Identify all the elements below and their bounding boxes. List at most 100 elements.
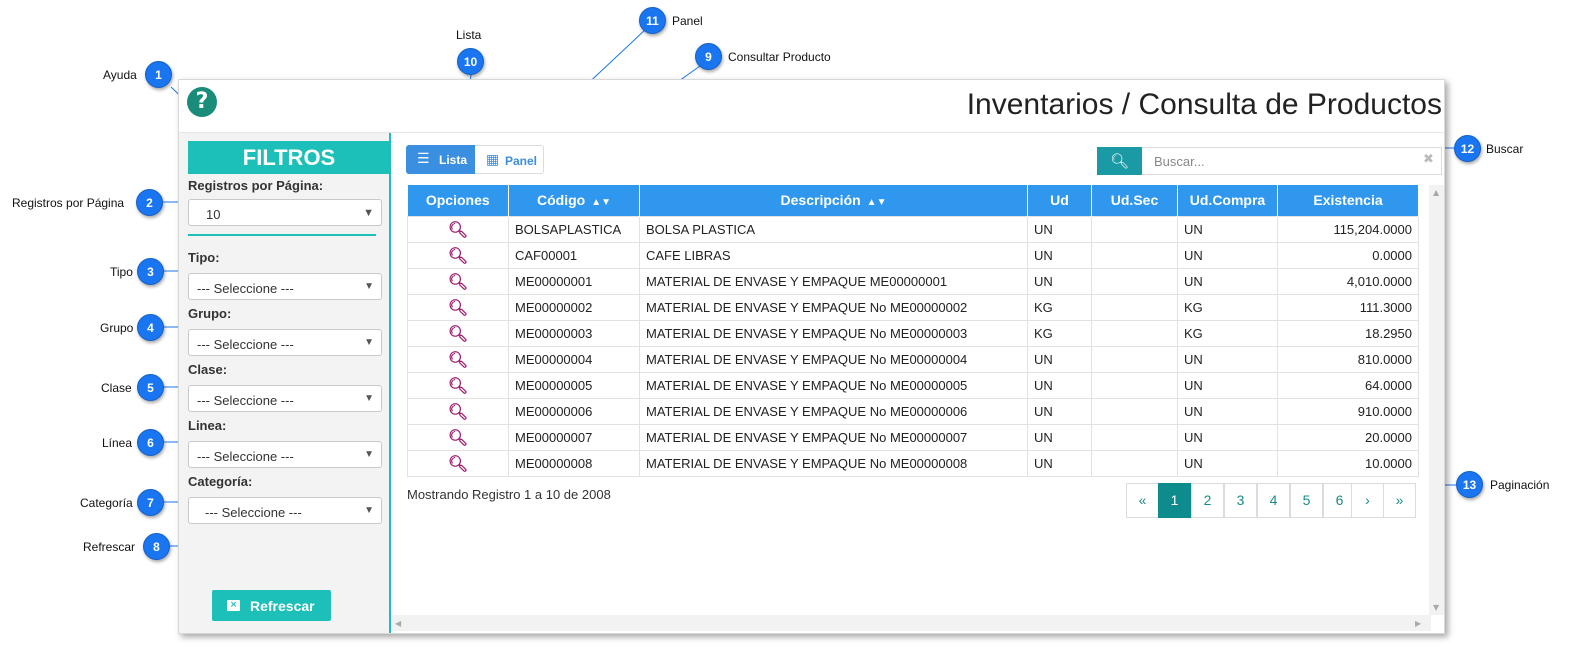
list-view-button[interactable]: ☰ Lista	[406, 145, 475, 174]
view-product-button[interactable]: 🔍︎	[407, 371, 509, 399]
scroll-right-icon[interactable]: ▶	[1415, 619, 1421, 628]
column-header-descripcion[interactable]: Descripción ▲▼	[639, 185, 1028, 216]
table-row: 🔍︎ ME00000003 MATERIAL DE ENVASE Y EMPAQ…	[407, 319, 1419, 347]
chevron-down-icon: ▼	[364, 449, 374, 460]
magnifier-icon: 🔍︎	[447, 427, 469, 447]
grupo-select[interactable]: --- Seleccione --- ▼	[188, 329, 382, 356]
column-header-udcompra: Ud.Compra	[1177, 185, 1278, 216]
cell-codigo: ME00000001	[508, 267, 640, 295]
list-view-label: Lista	[439, 153, 468, 167]
cell-ud: UN	[1027, 215, 1092, 243]
page-first-button[interactable]: «	[1126, 483, 1159, 518]
view-product-button[interactable]: 🔍︎	[407, 267, 509, 295]
grupo-value: --- Seleccione ---	[197, 337, 294, 352]
column-header-codigo[interactable]: Código ▲▼	[508, 185, 640, 216]
cell-existencia: 910.0000	[1277, 397, 1419, 425]
linea-select[interactable]: --- Seleccione --- ▼	[188, 441, 382, 468]
scroll-up-icon[interactable]: ▲	[1433, 188, 1439, 197]
view-product-button[interactable]: 🔍︎	[407, 345, 509, 373]
callout-label-registros: Registros por Página	[12, 196, 125, 210]
page-button-2[interactable]: 2	[1191, 483, 1224, 518]
view-product-button[interactable]: 🔍︎	[407, 449, 509, 477]
magnifier-icon: 🔍︎	[447, 245, 469, 265]
magnifier-icon: 🔍︎	[447, 271, 469, 291]
cell-udcompra: KG	[1177, 293, 1278, 321]
magnifier-icon: 🔍︎	[447, 323, 469, 343]
callout-badge-1: 1	[145, 61, 172, 88]
tipo-label: Tipo:	[188, 250, 220, 265]
callout-label-paginacion: Paginación	[1490, 478, 1550, 492]
registros-per-page-select[interactable]: 10 ▼	[188, 199, 382, 226]
cell-descripcion: MATERIAL DE ENVASE Y EMPAQUE No ME000000…	[639, 423, 1028, 451]
tipo-select[interactable]: --- Seleccione --- ▼	[188, 273, 382, 300]
view-product-button[interactable]: 🔍︎	[407, 293, 509, 321]
help-button[interactable]: ?	[187, 87, 217, 117]
cell-udsec	[1091, 449, 1178, 477]
cell-udcompra: UN	[1177, 423, 1278, 451]
categoria-select[interactable]: --- Seleccione --- ▼	[188, 497, 382, 524]
cell-existencia: 64.0000	[1277, 371, 1419, 399]
clase-value: --- Seleccione ---	[197, 393, 294, 408]
callout-label-buscar: Buscar	[1486, 142, 1524, 156]
linea-label: Linea:	[188, 418, 227, 433]
scroll-left-icon[interactable]: ◀	[395, 619, 401, 628]
categoria-label: Categoría:	[188, 474, 253, 489]
cell-codigo: ME00000006	[508, 397, 640, 425]
view-product-button[interactable]: 🔍︎	[407, 241, 509, 269]
page-button-3[interactable]: 3	[1224, 483, 1257, 518]
chevron-down-icon: ▼	[364, 337, 374, 348]
search-input[interactable]	[1142, 147, 1442, 175]
page-button-5[interactable]: 5	[1290, 483, 1323, 518]
cell-ud: KG	[1027, 293, 1092, 321]
callout-label-clase: Clase	[101, 381, 132, 395]
registros-value: 10	[206, 207, 221, 222]
table-row: 🔍︎ ME00000006 MATERIAL DE ENVASE Y EMPAQ…	[407, 397, 1419, 425]
page-button-4[interactable]: 4	[1257, 483, 1290, 518]
cell-udsec	[1091, 241, 1178, 269]
callout-badge-12: 12	[1454, 135, 1481, 162]
chevron-down-icon: ▼	[364, 281, 374, 292]
chevron-down-icon: ▼	[364, 393, 374, 404]
page-button-1[interactable]: 1	[1158, 483, 1191, 518]
cell-descripcion: MATERIAL DE ENVASE Y EMPAQUE No ME000000…	[639, 397, 1028, 425]
view-product-button[interactable]: 🔍︎	[407, 397, 509, 425]
cell-descripcion: MATERIAL DE ENVASE Y EMPAQUE ME00000001	[639, 267, 1028, 295]
column-header-opciones: Opciones	[407, 185, 509, 216]
cell-udcompra: UN	[1177, 449, 1278, 477]
cell-ud: UN	[1027, 241, 1092, 269]
vertical-scrollbar[interactable]: ▲ ▼	[1429, 185, 1444, 615]
cell-udcompra: UN	[1177, 345, 1278, 373]
cell-ud: UN	[1027, 397, 1092, 425]
scroll-down-icon[interactable]: ▼	[1433, 603, 1439, 612]
categoria-value: --- Seleccione ---	[205, 505, 302, 520]
search-icon: 🔍︎	[1109, 152, 1130, 170]
clase-select[interactable]: --- Seleccione --- ▼	[188, 385, 382, 412]
cell-codigo: ME00000003	[508, 319, 640, 347]
refresh-label: Refrescar	[250, 598, 315, 614]
page-last-button[interactable]: »	[1383, 483, 1416, 518]
refresh-button[interactable]: × Refrescar	[212, 590, 331, 621]
panel-view-button[interactable]: ▦ Panel	[475, 145, 544, 174]
view-product-button[interactable]: 🔍︎	[407, 423, 509, 451]
sort-icon: ▲▼	[591, 197, 611, 209]
clase-label: Clase:	[188, 362, 228, 377]
page-next-button[interactable]: ›	[1351, 483, 1384, 518]
column-header-udsec: Ud.Sec	[1091, 185, 1178, 216]
table-row: 🔍︎ ME00000002 MATERIAL DE ENVASE Y EMPAQ…	[407, 293, 1419, 321]
search-button[interactable]: 🔍︎	[1097, 147, 1142, 175]
cell-udsec	[1091, 345, 1178, 373]
cell-udcompra: UN	[1177, 267, 1278, 295]
chevron-down-icon: ▼	[364, 505, 374, 516]
question-circle-icon: ?	[195, 89, 209, 114]
view-product-button[interactable]: 🔍︎	[407, 319, 509, 347]
cell-existencia: 18.2950	[1277, 319, 1419, 347]
clear-search-icon[interactable]: ✖	[1423, 152, 1434, 167]
cell-ud: UN	[1027, 371, 1092, 399]
cell-ud: UN	[1027, 345, 1092, 373]
horizontal-scrollbar[interactable]: ◀ ▶	[391, 615, 1431, 631]
table-row: 🔍︎ ME00000001 MATERIAL DE ENVASE Y EMPAQ…	[407, 267, 1419, 295]
app-window: ? Inventarios / Consulta de Productos FI…	[178, 79, 1445, 634]
cell-udsec	[1091, 267, 1178, 295]
annotated-screenshot: ? Inventarios / Consulta de Productos FI…	[0, 0, 1594, 656]
view-product-button[interactable]: 🔍︎	[407, 215, 509, 243]
